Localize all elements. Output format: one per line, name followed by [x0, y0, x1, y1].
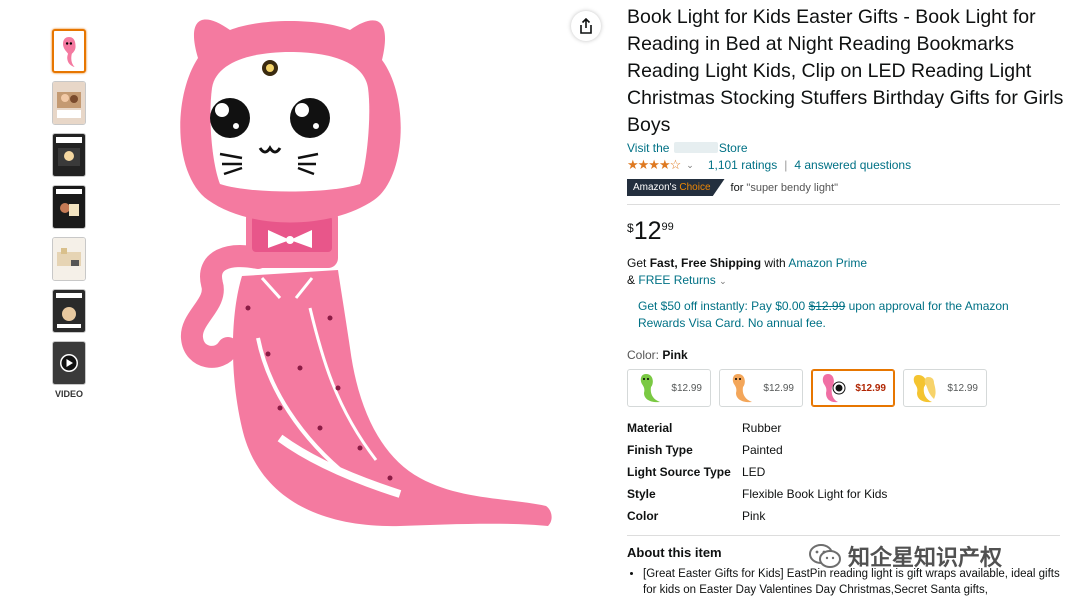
choice-query: for "super bendy light": [730, 181, 839, 194]
amazons-choice-badge: Amazon's Choice: [627, 179, 725, 196]
divider: [627, 535, 1060, 536]
orange-light-thumbnail: [732, 374, 752, 403]
spec-row: Finish Type Painted: [627, 443, 783, 457]
price-currency: $: [627, 221, 634, 235]
yellow-light-thumbnail: [913, 375, 936, 403]
color-swatches: $12.99 $12.99 $12.99 $12.99: [627, 369, 1067, 407]
product-specs: Material Rubber Finish Type Painted Light …: [627, 417, 1067, 527]
chevron-down-icon[interactable]: ⌄: [686, 160, 694, 171]
video-thumbnail[interactable]: [52, 341, 86, 385]
divider: [627, 204, 1060, 205]
store-prefix: Visit the: [627, 141, 670, 155]
thumbnail-5[interactable]: [52, 237, 86, 281]
amazons-choice-row: Amazon's Choice for "super bendy light": [627, 179, 1067, 196]
chevron-down-icon[interactable]: ⌄: [719, 276, 727, 286]
spec-row: Color Pink: [627, 509, 766, 523]
store-link[interactable]: Visit the Store: [627, 141, 1067, 155]
share-icon: [580, 18, 592, 34]
thumbnail-2[interactable]: [52, 81, 86, 125]
main-product-image[interactable]: [150, 8, 560, 568]
visa-offer-link[interactable]: Get $50 off instantly: Pay $0.00 $12.99 …: [638, 298, 1038, 332]
thumbnail-4[interactable]: [52, 185, 86, 229]
price: $ 12 99: [627, 218, 1067, 244]
thumbnail-6[interactable]: [52, 289, 86, 333]
watermark: 知企星知识产权: [808, 540, 1002, 572]
wechat-icon: [809, 544, 841, 568]
swatch-yellow[interactable]: $12.99: [903, 369, 987, 407]
amazon-prime-link[interactable]: Amazon Prime: [788, 256, 867, 270]
swatch-green[interactable]: $12.99: [627, 369, 711, 407]
shipping-info: Get Fast, Free Shipping with Amazon Prim…: [627, 256, 868, 287]
separator: |: [784, 158, 788, 172]
thumbnail-1-selected[interactable]: [52, 29, 86, 73]
swatch-orange[interactable]: $12.99: [719, 369, 803, 407]
product-title: Book Light for Kids Easter Gifts - Book …: [627, 6, 1064, 136]
spec-row: Style Flexible Book Light for Kids: [627, 487, 888, 501]
ratings-row: ★★★★☆ ⌄ 1,101 ratings | 4 answered quest…: [627, 157, 1067, 173]
store-suffix: Store: [718, 141, 748, 155]
product-info-panel: Book Light for Kids Easter Gifts - Book …: [627, 4, 1067, 598]
watermark-text: 知企星知识产权: [848, 545, 1003, 570]
free-returns-link[interactable]: FREE Returns: [638, 273, 715, 287]
spec-row: Light Source Type LED: [627, 465, 766, 479]
share-button[interactable]: [571, 11, 601, 41]
spec-row: Material Rubber: [627, 421, 782, 435]
video-label: VIDEO: [54, 389, 83, 399]
thumbnail-3[interactable]: [52, 133, 86, 177]
green-light-thumbnail: [640, 374, 660, 403]
ratings-count-link[interactable]: 1,101 ratings: [708, 158, 777, 172]
color-label: Color: Pink: [627, 348, 688, 362]
price-whole: 12: [633, 217, 662, 245]
pink-light-thumbnail: [822, 374, 846, 403]
cat-book-light-illustration: [180, 19, 552, 527]
star-rating-icon[interactable]: ★★★★☆: [627, 157, 681, 173]
answered-questions-link[interactable]: 4 answered questions: [794, 158, 911, 172]
store-name-redacted: [673, 142, 718, 153]
swatch-pink-selected[interactable]: $12.99: [811, 369, 895, 407]
price-fraction: 99: [661, 221, 674, 233]
thumbnail-strip: VIDEO: [52, 29, 88, 399]
